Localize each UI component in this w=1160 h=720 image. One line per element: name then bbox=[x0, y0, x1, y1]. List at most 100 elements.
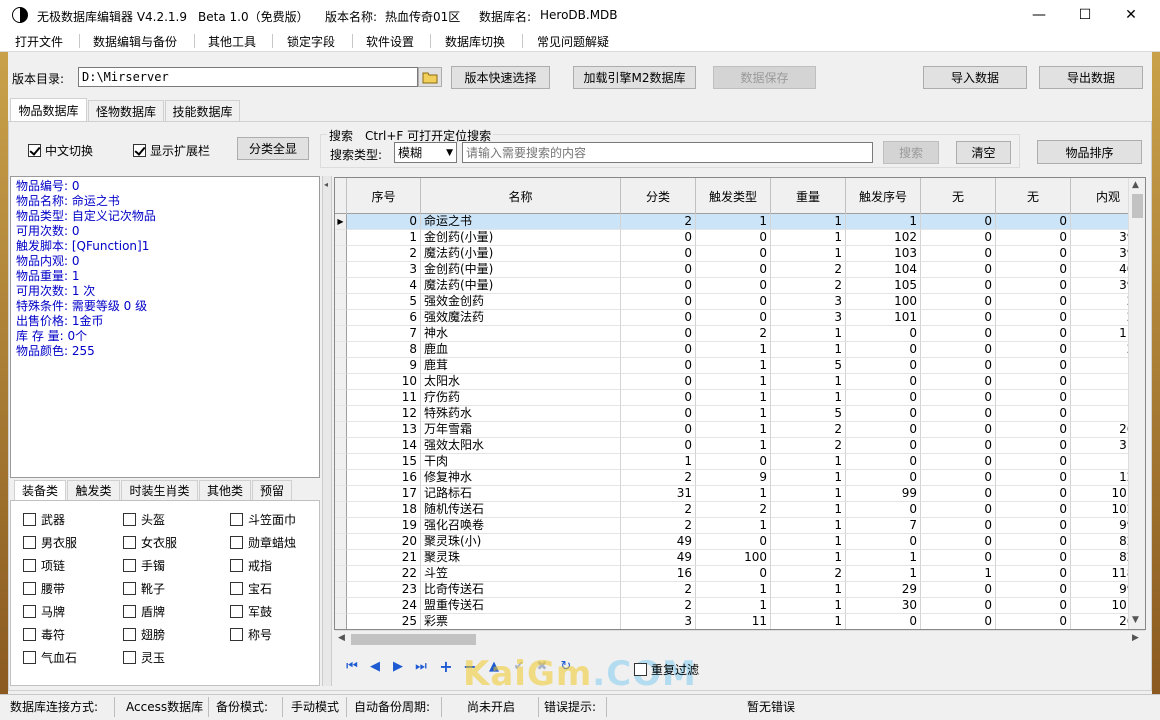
clear-button[interactable]: 清空 bbox=[956, 141, 1011, 164]
grid-cell[interactable]: 0 bbox=[921, 278, 996, 294]
grid-cell[interactable]: 0 bbox=[921, 486, 996, 502]
grid-cell[interactable]: 0 bbox=[921, 518, 996, 534]
grid-cell[interactable]: 5 bbox=[771, 406, 846, 422]
grid-cell[interactable]: 11 bbox=[347, 390, 421, 406]
grid-cell[interactable]: 2 bbox=[696, 326, 771, 342]
grid-cell[interactable]: 强效金创药 bbox=[421, 294, 621, 310]
grid-cell[interactable]: 0 bbox=[921, 550, 996, 566]
grid-cell[interactable]: 7 bbox=[846, 518, 921, 534]
grid-cell[interactable]: 1 bbox=[696, 214, 771, 230]
grid-cell[interactable]: 0 bbox=[996, 438, 1071, 454]
grid-cell[interactable]: 0 bbox=[921, 230, 996, 246]
table-row[interactable]: 23比奇传送石2112900999 bbox=[335, 582, 1145, 598]
grid-cell[interactable]: 0 bbox=[996, 534, 1071, 550]
grid-cell[interactable]: 0 bbox=[996, 294, 1071, 310]
grid-cell[interactable]: 1 bbox=[347, 230, 421, 246]
nav-next-icon[interactable]: ▶ bbox=[389, 657, 407, 675]
grid-column-header[interactable]: 序号 bbox=[347, 178, 421, 214]
grid-cell[interactable]: 10 bbox=[347, 374, 421, 390]
grid-cell[interactable]: 1 bbox=[771, 550, 846, 566]
grid-cell[interactable]: 19 bbox=[347, 518, 421, 534]
grid-cell[interactable]: 105 bbox=[846, 278, 921, 294]
search-button[interactable]: 搜索 bbox=[883, 141, 939, 164]
grid-cell[interactable]: 0 bbox=[996, 550, 1071, 566]
category-checkbox[interactable]: 头盔 bbox=[123, 511, 165, 528]
grid-cell[interactable]: 0 bbox=[696, 534, 771, 550]
grid-cell[interactable]: 1 bbox=[771, 518, 846, 534]
nav-insert-icon[interactable]: + bbox=[437, 657, 455, 676]
menu-data-edit-backup[interactable]: 数据编辑与备份 bbox=[93, 33, 177, 50]
table-row[interactable]: 4魔法药(中量)00210500396 bbox=[335, 278, 1145, 294]
grid-cell[interactable]: 0 bbox=[996, 262, 1071, 278]
grid-cell[interactable]: 0 bbox=[846, 470, 921, 486]
grid-cell[interactable]: 0 bbox=[996, 422, 1071, 438]
grid-cell[interactable]: 疗伤药 bbox=[421, 390, 621, 406]
grid-cell[interactable]: 22 bbox=[347, 566, 421, 582]
table-row[interactable]: 20聚灵珠(小)4901000820 bbox=[335, 534, 1145, 550]
grid-cell[interactable]: 0 bbox=[996, 230, 1071, 246]
grid-cell[interactable]: 0 bbox=[921, 438, 996, 454]
grid-cell[interactable]: 盟重传送石 bbox=[421, 598, 621, 614]
grid-cell[interactable]: 1 bbox=[771, 246, 846, 262]
grid-cell[interactable]: 2 bbox=[621, 582, 696, 598]
table-row[interactable]: 5强效金创药0031000028 bbox=[335, 294, 1145, 310]
grid-cell[interactable]: 3 bbox=[621, 614, 696, 629]
grid-column-header[interactable]: 重量 bbox=[771, 178, 846, 214]
grid-cell[interactable]: 6 bbox=[347, 310, 421, 326]
grid-cell[interactable]: 24 bbox=[347, 598, 421, 614]
grid-cell[interactable]: 12 bbox=[347, 406, 421, 422]
grid-cell[interactable]: 4 bbox=[347, 278, 421, 294]
table-row[interactable]: 14强效太阳水012000312 bbox=[335, 438, 1145, 454]
grid-cell[interactable]: 0 bbox=[996, 566, 1071, 582]
checkbox-box[interactable] bbox=[230, 605, 243, 618]
panel-splitter[interactable]: ◂ bbox=[322, 176, 332, 686]
grid-cell[interactable]: 命运之书 bbox=[421, 214, 621, 230]
grid-cell[interactable]: 0 bbox=[921, 342, 996, 358]
grid-cell[interactable]: 0 bbox=[921, 358, 996, 374]
grid-cell[interactable]: 99 bbox=[846, 486, 921, 502]
grid-cell[interactable]: 0 bbox=[996, 374, 1071, 390]
grid-cell[interactable]: 聚灵珠(小) bbox=[421, 534, 621, 550]
grid-cell[interactable]: 特殊药水 bbox=[421, 406, 621, 422]
cat-tab-fashion-zodiac[interactable]: 时装生肖类 bbox=[121, 480, 198, 500]
grid-cell[interactable]: 强化召唤卷 bbox=[421, 518, 621, 534]
grid-cell[interactable]: 5 bbox=[347, 294, 421, 310]
table-row[interactable]: 8鹿血01100023 bbox=[335, 342, 1145, 358]
grid-cell[interactable]: 1 bbox=[771, 454, 846, 470]
grid-cell[interactable]: 0 bbox=[996, 358, 1071, 374]
grid-cell[interactable]: 0 bbox=[996, 454, 1071, 470]
grid-cell[interactable]: 1 bbox=[696, 486, 771, 502]
minimize-button[interactable]: — bbox=[1016, 0, 1062, 30]
item-grid[interactable]: 序号名称分类触发类型重量触发序号无无内观 ▶0命运之书21110001金创药(小… bbox=[334, 177, 1146, 630]
category-checkbox[interactable]: 盾牌 bbox=[123, 603, 165, 620]
grid-cell[interactable]: 1 bbox=[771, 470, 846, 486]
grid-cell[interactable]: 3 bbox=[347, 262, 421, 278]
grid-cell[interactable]: 0 bbox=[996, 518, 1071, 534]
checkbox-box[interactable] bbox=[230, 513, 243, 526]
grid-cell[interactable]: 1 bbox=[846, 550, 921, 566]
grid-cell[interactable]: 0 bbox=[846, 438, 921, 454]
grid-vertical-scrollbar[interactable]: ▲ ▼ bbox=[1128, 178, 1145, 629]
checkbox-box[interactable] bbox=[23, 559, 36, 572]
grid-cell[interactable]: 0 bbox=[996, 342, 1071, 358]
category-checkbox[interactable]: 女衣服 bbox=[123, 534, 177, 551]
category-checkbox[interactable]: 宝石 bbox=[230, 580, 272, 597]
category-checkbox[interactable]: 武器 bbox=[23, 511, 65, 528]
folder-browse-button[interactable] bbox=[418, 67, 442, 87]
category-checkbox[interactable]: 勋章蜡烛 bbox=[230, 534, 296, 551]
grid-cell[interactable]: 9 bbox=[696, 470, 771, 486]
checkbox-box[interactable] bbox=[23, 651, 36, 664]
grid-cell[interactable]: 0 bbox=[921, 534, 996, 550]
grid-cell[interactable]: 0 bbox=[621, 230, 696, 246]
checkbox-box[interactable] bbox=[123, 559, 136, 572]
grid-cell[interactable]: 0 bbox=[921, 502, 996, 518]
grid-cell[interactable]: 0 bbox=[696, 230, 771, 246]
tab-monsters-db[interactable]: 怪物数据库 bbox=[88, 100, 164, 121]
grid-cell[interactable]: 1 bbox=[696, 582, 771, 598]
grid-cell[interactable]: 49 bbox=[621, 534, 696, 550]
grid-cell[interactable]: 0 bbox=[921, 294, 996, 310]
checkbox-box[interactable] bbox=[230, 628, 243, 641]
grid-cell[interactable]: 1 bbox=[621, 454, 696, 470]
grid-cell[interactable]: 0 bbox=[621, 278, 696, 294]
table-row[interactable]: 12特殊药水0150004 bbox=[335, 406, 1145, 422]
